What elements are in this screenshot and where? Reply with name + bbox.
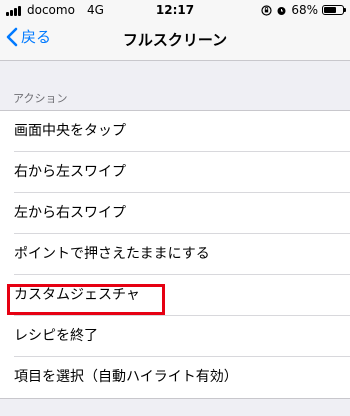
highlight-box: [7, 284, 165, 315]
page-title: フルスクリーン: [122, 31, 228, 49]
section-header-actions: アクション: [13, 92, 68, 105]
list-item-swipe-left-to-right[interactable]: 左から右スワイプ: [0, 193, 350, 234]
navigation-bar: 戻る フルスクリーン: [0, 20, 350, 61]
list-item-exit-recipe[interactable]: レシピを終了: [0, 316, 350, 357]
alarm-icon: [277, 6, 286, 15]
list-item-point-and-hold[interactable]: ポイントで押さえたままにする: [0, 234, 350, 275]
actions-list: 画面中央をタップ 右から左スワイプ 左から右スワイプ ポイントで押さえたままにす…: [0, 110, 350, 399]
status-bar: docomo 4G 12:17 68%: [0, 0, 350, 20]
battery-fill: [324, 7, 337, 13]
list-item-swipe-right-to-left[interactable]: 右から左スワイプ: [0, 152, 350, 193]
list-item-tap-center[interactable]: 画面中央をタップ: [0, 111, 350, 152]
orientation-lock-icon: [261, 4, 272, 16]
battery-percent: 68%: [291, 3, 318, 17]
list-item-select-item-auto-highlight[interactable]: 項目を選択（自動ハイライト有効）: [0, 357, 350, 398]
status-right: 68%: [261, 3, 346, 17]
battery-icon: [322, 5, 346, 15]
